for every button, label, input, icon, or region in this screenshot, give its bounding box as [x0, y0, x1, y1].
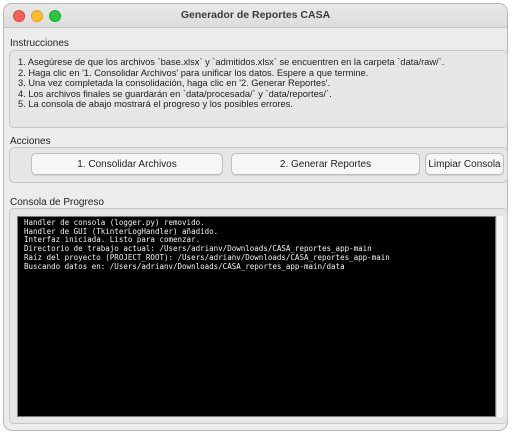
generate-reports-button[interactable]: 2. Generar Reportes — [231, 153, 420, 175]
window-title: Generador de Reportes CASA — [180, 9, 331, 21]
actions-label: Acciones — [10, 136, 51, 147]
instruction-line: 2. Haga clic en '1. Consolidar Archivos'… — [18, 67, 369, 78]
instruction-line: 4. Los archivos finales se guardarán en … — [18, 88, 332, 99]
instruction-line: 1. Asegúrese de que los archivos `base.x… — [18, 57, 445, 67]
consolidate-files-button[interactable]: 1. Consolidar Archivos — [31, 153, 223, 175]
console-output[interactable]: Handler de consola (logger.py) removido.… — [17, 216, 496, 417]
console-line: Buscando datos en: /Users/adrianv/Downlo… — [24, 261, 345, 271]
title-bar[interactable]: Generador de Reportes CASA — [4, 4, 507, 28]
console-label: Consola de Progreso — [10, 197, 104, 208]
clear-console-button[interactable]: Limpiar Consola — [425, 153, 504, 175]
instructions-list: 1. Asegúrese de que los archivos `base.x… — [18, 57, 498, 110]
instruction-line: 3. Una vez completada la consolidación, … — [18, 78, 331, 89]
instructions-label: Instrucciones — [10, 38, 69, 49]
console-scrollbar[interactable] — [496, 216, 503, 417]
instruction-line: 5. La consola de abajo mostrará el progr… — [18, 99, 293, 110]
